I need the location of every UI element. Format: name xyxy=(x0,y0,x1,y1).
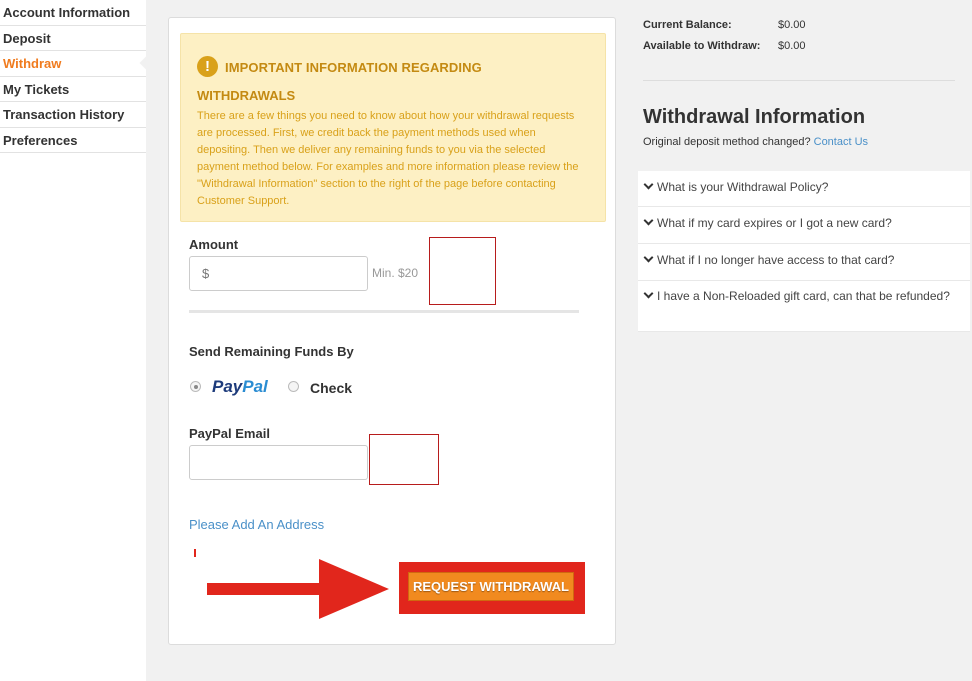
withdraw-panel: ! IMPORTANT INFORMATION REGARDING WITHDR… xyxy=(168,17,616,645)
sidebar-nav: Account Information Deposit Withdraw My … xyxy=(0,0,146,681)
paypal-radio[interactable] xyxy=(190,381,201,392)
annotation-box xyxy=(429,237,496,305)
amount-input[interactable] xyxy=(189,256,368,291)
chevron-down-icon xyxy=(644,255,653,264)
amount-label: Amount xyxy=(189,237,239,252)
annotation-mark xyxy=(194,549,196,557)
subtitle-text: Original deposit method changed? xyxy=(643,136,811,148)
annotation-highlight: REQUEST WITHDRAWAL xyxy=(399,562,585,614)
paypal-logo-pay: Pay xyxy=(212,377,243,396)
right-divider xyxy=(643,80,955,81)
contact-us-link[interactable]: Contact Us xyxy=(814,136,868,148)
paypal-logo[interactable]: PayPal xyxy=(212,377,268,397)
current-balance-label: Current Balance: xyxy=(643,19,732,31)
important-notice: ! IMPORTANT INFORMATION REGARDING WITHDR… xyxy=(180,33,606,222)
sidebar-item-account-information[interactable]: Account Information xyxy=(0,0,146,26)
annotation-box xyxy=(369,434,439,485)
check-radio[interactable] xyxy=(288,381,299,392)
request-withdrawal-button[interactable]: REQUEST WITHDRAWAL xyxy=(408,572,574,601)
current-balance-value: $0.00 xyxy=(778,19,806,31)
faq-item[interactable]: What is your Withdrawal Policy? xyxy=(638,171,970,207)
withdrawal-info-subtitle: Original deposit method changed? Contact… xyxy=(643,136,868,148)
notice-body: There are a few things you need to know … xyxy=(197,110,579,207)
amount-min-hint: Min. $20 xyxy=(372,266,419,280)
paypal-logo-pal: Pal xyxy=(242,377,268,396)
chevron-down-icon xyxy=(644,291,653,300)
check-label[interactable]: Check xyxy=(310,380,352,396)
chevron-down-icon xyxy=(644,218,653,227)
faq-question: I have a Non-Reloaded gift card, can tha… xyxy=(657,289,950,303)
faq-item[interactable]: What if I no longer have access to that … xyxy=(638,244,970,281)
sidebar-item-my-tickets[interactable]: My Tickets xyxy=(0,77,146,102)
available-withdraw-value: $0.00 xyxy=(778,40,806,52)
add-address-link[interactable]: Please Add An Address xyxy=(189,517,324,532)
sidebar-item-deposit[interactable]: Deposit xyxy=(0,26,146,51)
sidebar-item-withdraw[interactable]: Withdraw xyxy=(0,51,146,77)
sidebar-item-transaction-history[interactable]: Transaction History xyxy=(0,102,146,128)
sidebar-item-preferences[interactable]: Preferences xyxy=(0,128,146,153)
paypal-email-input[interactable] xyxy=(189,445,368,480)
faq-question: What if I no longer have access to that … xyxy=(657,253,895,267)
faq-question: What is your Withdrawal Policy? xyxy=(657,180,829,194)
faq-item[interactable]: What if my card expires or I got a new c… xyxy=(638,207,970,244)
withdrawal-info-title: Withdrawal Information xyxy=(643,106,866,128)
annotation-arrow-head xyxy=(319,559,389,619)
paypal-email-label: PayPal Email xyxy=(189,426,270,441)
section-divider xyxy=(189,310,579,313)
chevron-down-icon xyxy=(644,182,653,191)
annotation-arrow-shaft xyxy=(207,583,327,595)
faq-item[interactable]: I have a Non-Reloaded gift card, can tha… xyxy=(638,281,970,332)
exclamation-icon: ! xyxy=(197,56,218,77)
notice-title: IMPORTANT INFORMATION REGARDING xyxy=(225,60,482,75)
available-withdraw-label: Available to Withdraw: xyxy=(643,40,761,52)
send-funds-label: Send Remaining Funds By xyxy=(189,344,354,359)
faq-question: What if my card expires or I got a new c… xyxy=(657,216,892,230)
notice-title-line2: WITHDRAWALS xyxy=(197,88,296,103)
